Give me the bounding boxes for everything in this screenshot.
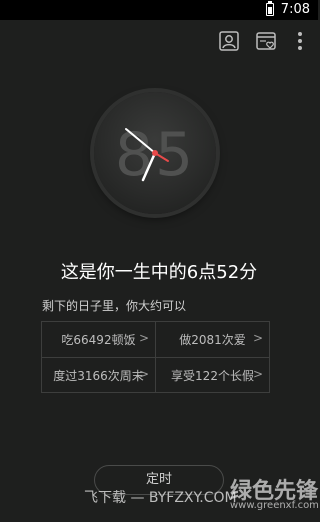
stat-holidays-item[interactable]: 享受122个长假 > bbox=[156, 358, 269, 393]
chevron-right-icon: > bbox=[252, 331, 263, 345]
stat-label: 享受122个长假 bbox=[171, 369, 254, 383]
status-bar: 7:08 bbox=[0, 0, 318, 20]
battery-icon bbox=[266, 1, 274, 16]
subtitle: 剩下的日子里，你大约可以 bbox=[42, 299, 187, 313]
stat-weekends-item[interactable]: 度过3166次周末 > bbox=[42, 358, 155, 393]
chevron-right-icon: > bbox=[138, 331, 149, 345]
page-title: 这是你一生中的6点52分 bbox=[60, 262, 258, 283]
minute-hand bbox=[141, 151, 157, 182]
stat-love-item[interactable]: 做2081次爱 > bbox=[156, 322, 269, 357]
stat-label: 吃66492顿饭 bbox=[61, 333, 136, 347]
clock-hands bbox=[125, 128, 169, 182]
watermark-left: 飞下载 — BYFZXY.COM bbox=[84, 490, 237, 506]
clock-center bbox=[152, 150, 158, 156]
stat-label: 度过3166次周末 bbox=[53, 369, 144, 383]
chevron-right-icon: > bbox=[138, 367, 149, 381]
watermark-url: www.greenxf.com bbox=[230, 500, 319, 511]
profile-icon[interactable] bbox=[219, 31, 239, 51]
stat-label: 做2081次爱 bbox=[179, 333, 246, 347]
stats-grid: 吃66492顿饭 > 做2081次爱 > 度过3166次周末 > 享受122个长… bbox=[41, 321, 270, 393]
hour-hand bbox=[125, 128, 156, 154]
clock-face: 85 bbox=[94, 92, 216, 214]
more-menu-icon[interactable] bbox=[296, 31, 304, 51]
stat-meals-item[interactable]: 吃66492顿饭 > bbox=[42, 322, 155, 357]
status-time: 7:08 bbox=[280, 2, 310, 17]
calendar-heart-icon[interactable] bbox=[256, 31, 278, 51]
chevron-right-icon: > bbox=[252, 367, 263, 381]
